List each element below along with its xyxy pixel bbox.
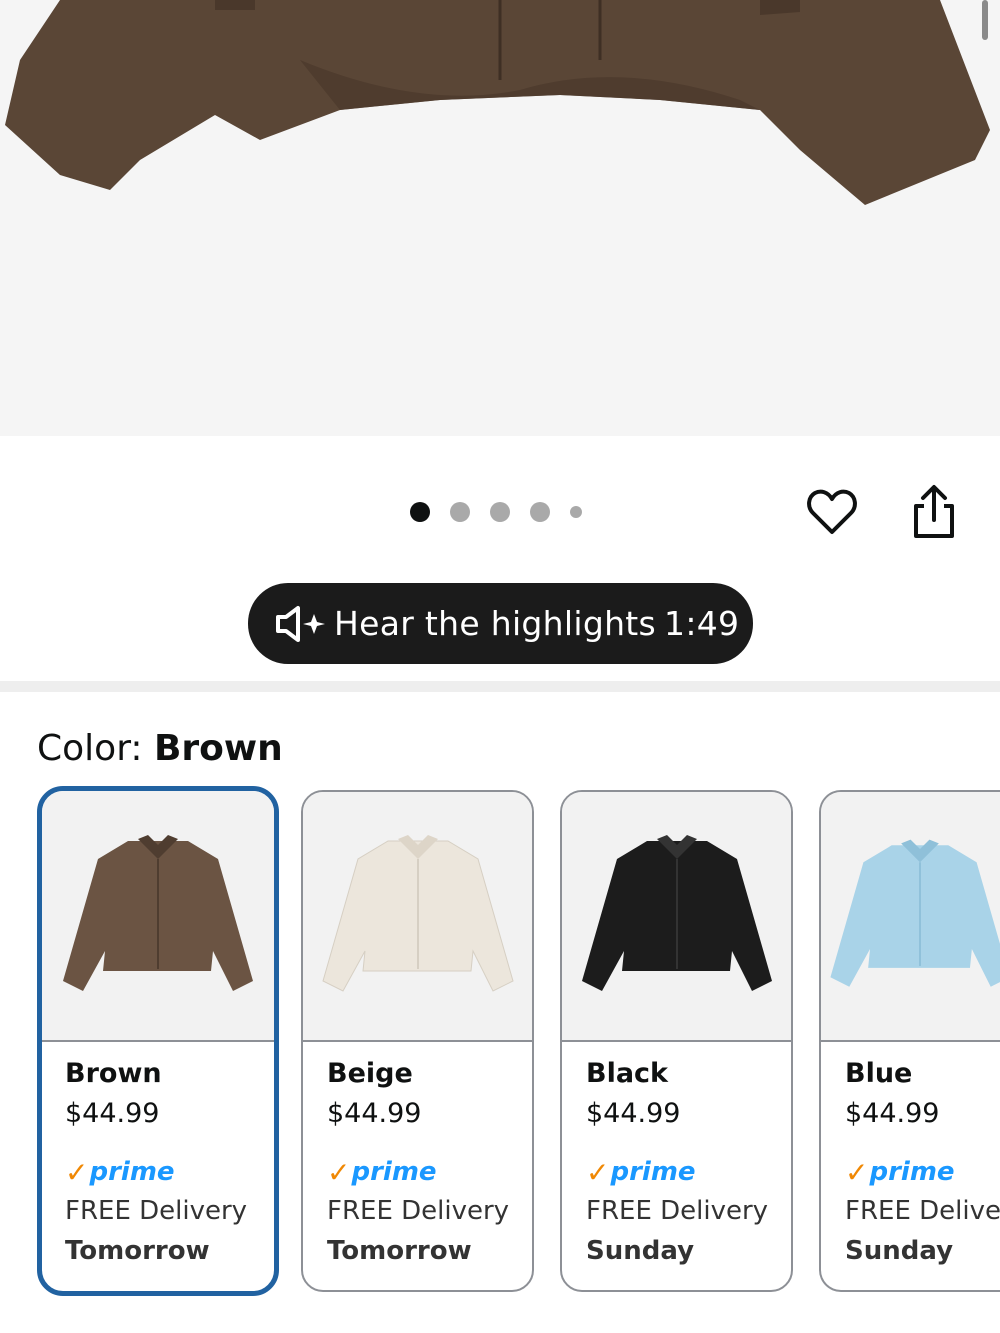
delivery-label: FREE Deliver [845,1196,1000,1226]
delivery-label: FREE Delivery [65,1196,248,1226]
swatch-price: $44.99 [845,1098,940,1129]
swatch-image [821,792,1000,1042]
carousel-dot[interactable] [450,502,470,522]
prime-check-icon: ✓ [845,1155,869,1189]
share-button[interactable] [904,482,964,542]
swatch-image [303,792,532,1042]
section-divider [0,681,1000,692]
delivery-label: FREE Delivery [586,1196,769,1226]
wishlist-button[interactable] [802,482,862,542]
jacket-thumbnail [321,835,514,992]
carousel-dots [410,500,582,524]
carousel-dot[interactable] [410,502,430,522]
carousel-dot[interactable] [490,502,510,522]
carousel-dot[interactable] [570,506,582,518]
heart-icon [807,489,857,534]
prime-badge: ✓ prime [65,1155,175,1189]
jacket-thumbnail [581,835,772,991]
swatch-name: Black [586,1058,669,1089]
swatch-price: $44.99 [586,1098,681,1129]
color-swatch-blue[interactable]: Blue $44.99 ✓ prime FREE Deliver Sunday [819,790,1000,1292]
delivery-label: FREE Delivery [327,1196,510,1226]
prime-check-icon: ✓ [65,1155,89,1189]
hear-highlights-button[interactable]: Hear the highlights 1:49 [248,583,753,664]
jacket-thumbnail [830,839,1000,987]
prime-check-icon: ✓ [327,1155,351,1189]
prime-badge: ✓ prime [586,1155,696,1189]
jacket-thumbnail [63,834,253,991]
hear-highlights-label: Hear the highlights 1:49 [334,604,740,643]
color-swatch-brown[interactable]: Brown $44.99 ✓ prime FREE Delivery Tomorr… [37,786,279,1296]
delivery-day: Tomorrow [327,1236,472,1266]
scroll-indicator [982,0,988,40]
color-swatch-beige[interactable]: Beige $44.99 ✓ prime FREE Delivery Tomorr… [301,790,534,1292]
swatch-name: Brown [65,1058,162,1089]
swatch-name: Beige [327,1058,413,1089]
delivery-day: Sunday [845,1236,954,1266]
prime-check-icon: ✓ [586,1155,610,1189]
delivery-day: Tomorrow [65,1236,210,1266]
swatch-name: Blue [845,1058,913,1089]
color-label: Color: Brown [37,728,283,769]
delivery-day: Sunday [586,1236,695,1266]
share-icon [914,485,954,538]
prime-badge: ✓ prime [327,1155,437,1189]
prime-badge: ✓ prime [845,1155,955,1189]
swatch-price: $44.99 [65,1098,160,1129]
jacket-hem-image [5,0,990,205]
speaker-sparkle-icon [274,604,330,644]
swatch-image [42,791,274,1042]
color-swatch-black[interactable]: Black $44.99 ✓ prime FREE Delivery Sunday [560,790,793,1292]
swatch-price: $44.99 [327,1098,422,1129]
carousel-dot[interactable] [530,502,550,522]
swatch-image [562,792,791,1042]
product-image[interactable] [0,0,1000,436]
selected-color-value: Brown [153,728,283,769]
